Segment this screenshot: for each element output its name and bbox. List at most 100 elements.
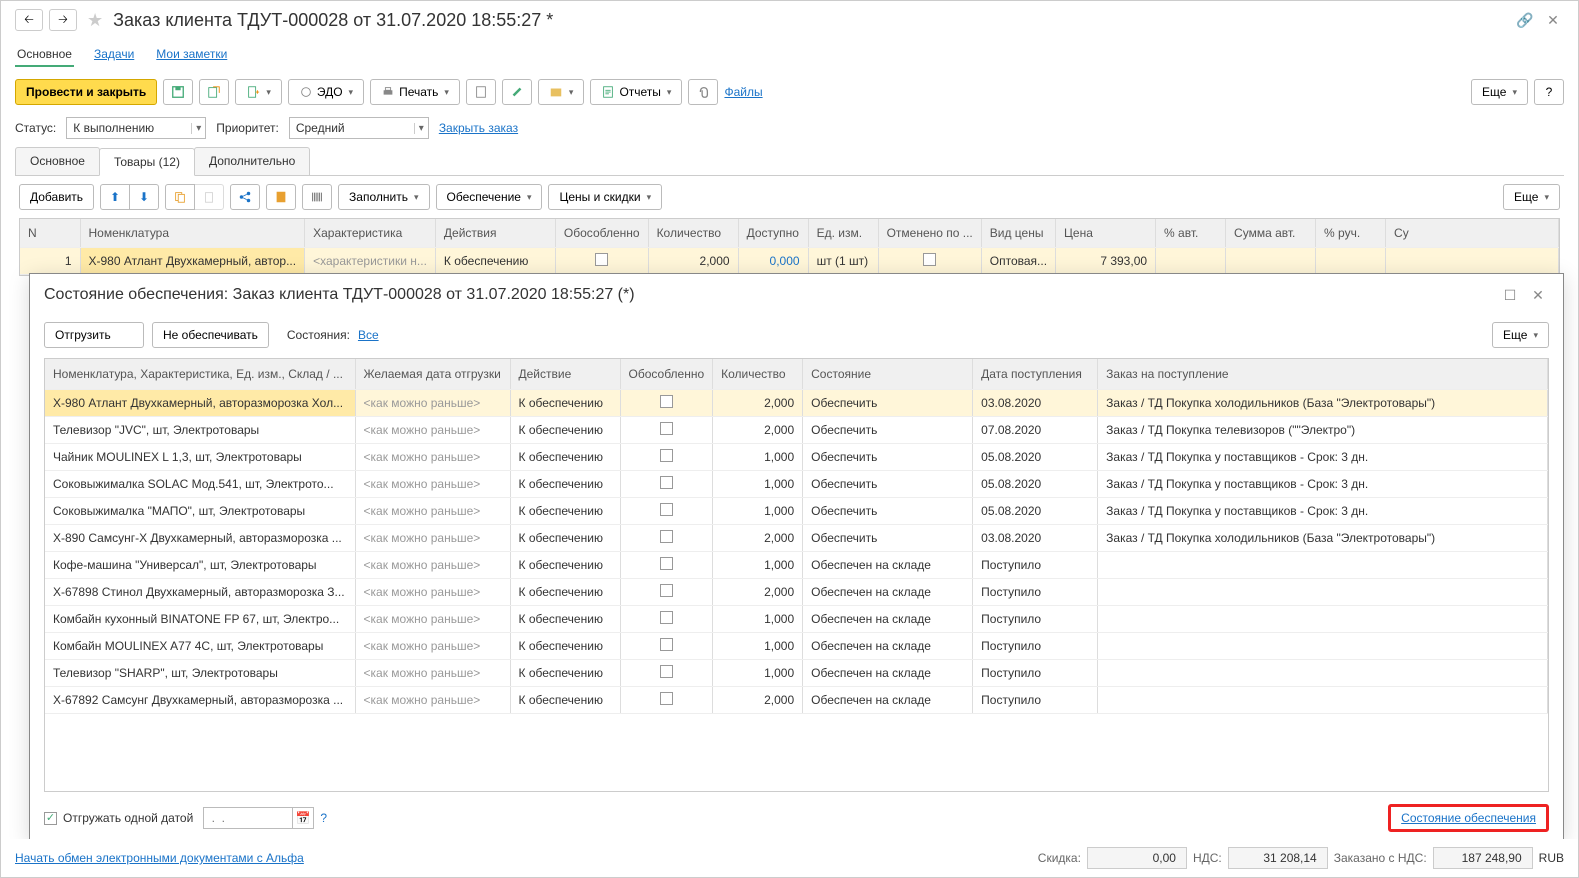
print-button[interactable]: Печать▾ [370, 79, 460, 105]
col-su[interactable]: Су [1386, 219, 1559, 247]
col-canceled[interactable]: Отменено по ... [878, 219, 981, 247]
ship-date-input[interactable] [203, 807, 293, 829]
col-pct-auto[interactable]: % авт. [1156, 219, 1226, 247]
col-price[interactable]: Цена [1056, 219, 1156, 247]
back-button[interactable]: 🡠 [15, 9, 43, 31]
more-button[interactable]: Еще▾ [1471, 79, 1528, 105]
no-provide-button[interactable]: Не обеспечивать [152, 322, 269, 348]
states-value-link[interactable]: Все [358, 328, 379, 342]
mcol-state[interactable]: Состояние [803, 359, 973, 389]
modal-more-button[interactable]: Еще▾ [1492, 322, 1549, 348]
provision-state-link[interactable]: Состояние обеспечения [1388, 804, 1549, 832]
reports-button[interactable]: Отчеты▾ [590, 79, 682, 105]
empty-button-3[interactable]: ▾ [538, 79, 585, 105]
prices-button[interactable]: Цены и скидки▾ [548, 184, 662, 210]
close-icon[interactable]: ✕ [1542, 9, 1564, 31]
help-icon[interactable]: ? [320, 811, 327, 825]
provision-button[interactable]: Обеспечение▾ [436, 184, 543, 210]
close-order-link[interactable]: Закрыть заказ [439, 121, 518, 135]
share-button[interactable] [230, 184, 260, 210]
link-icon[interactable]: 🔗 [1514, 9, 1536, 31]
nav-tasks[interactable]: Задачи [92, 43, 136, 67]
calc-button[interactable] [266, 184, 296, 210]
col-sum-auto[interactable]: Сумма авт. [1226, 219, 1316, 247]
mcol-order[interactable]: Заказ на поступление [1098, 359, 1548, 389]
col-avail[interactable]: Доступно [738, 219, 808, 247]
tab-main[interactable]: Основное [15, 147, 100, 175]
ship-one-date-checkbox[interactable] [44, 812, 57, 825]
col-qty[interactable]: Количество [648, 219, 738, 247]
table-row[interactable]: Чайник MOULINEX L 1,3, шт, Электротовары… [45, 443, 1548, 470]
row-checkbox[interactable] [660, 476, 673, 489]
status-select[interactable]: К выполнению [66, 117, 206, 139]
col-n[interactable]: N [20, 219, 80, 247]
add-button[interactable]: Добавить [19, 184, 94, 210]
fill-button[interactable]: Заполнить▾ [338, 184, 429, 210]
col-pct-man[interactable]: % руч. [1316, 219, 1386, 247]
table-row[interactable]: Х-67892 Самсунг Двухкамерный, авторазмор… [45, 686, 1548, 713]
help-button[interactable]: ? [1534, 79, 1564, 105]
favorite-star-icon[interactable]: ★ [87, 10, 103, 31]
save-button[interactable] [163, 79, 193, 105]
row-checkbox[interactable] [660, 692, 673, 705]
separate-checkbox[interactable] [595, 253, 608, 266]
col-char[interactable]: Характеристика [305, 219, 436, 247]
tab-goods[interactable]: Товары (12) [99, 148, 195, 176]
create-based-on-button[interactable]: ▾ [235, 79, 282, 105]
empty-button-2[interactable] [502, 79, 532, 105]
row-checkbox[interactable] [660, 530, 673, 543]
row-checkbox[interactable] [660, 422, 673, 435]
priority-select[interactable]: Средний [289, 117, 429, 139]
row-checkbox[interactable] [660, 638, 673, 651]
modal-close-icon[interactable]: ✕ [1527, 284, 1549, 306]
files-link[interactable]: Файлы [724, 85, 762, 99]
table-row[interactable]: Телевизор "JVC", шт, Электротовары<как м… [45, 416, 1548, 443]
row-checkbox[interactable] [660, 449, 673, 462]
row-checkbox[interactable] [660, 611, 673, 624]
table-row[interactable]: Телевизор "SHARP", шт, Электротовары<как… [45, 659, 1548, 686]
attach-button[interactable] [688, 79, 718, 105]
canceled-checkbox[interactable] [923, 253, 936, 266]
mcol-date[interactable]: Желаемая дата отгрузки [355, 359, 510, 389]
copy-button[interactable] [165, 184, 195, 210]
edo-button[interactable]: ЭДО▾ [288, 79, 364, 105]
col-unit[interactable]: Ед. изм. [808, 219, 878, 247]
table-row[interactable]: Комбайн кухонный BINATONE FP 67, шт, Эле… [45, 605, 1548, 632]
mcol-nom[interactable]: Номенклатура, Характеристика, Ед. изм., … [45, 359, 355, 389]
nav-main[interactable]: Основное [15, 43, 74, 67]
post-and-close-button[interactable]: Провести и закрыть [15, 79, 157, 105]
row-checkbox[interactable] [660, 584, 673, 597]
table-row[interactable]: Х-67898 Стинол Двухкамерный, авторазморо… [45, 578, 1548, 605]
col-separate[interactable]: Обособленно [555, 219, 648, 247]
date-picker-button[interactable]: 📅 [292, 807, 314, 829]
mcol-separate[interactable]: Обособленно [620, 359, 713, 389]
tab-extra[interactable]: Дополнительно [194, 147, 310, 175]
table-row[interactable]: Кофе-машина "Универсал", шт, Электротова… [45, 551, 1548, 578]
table-row[interactable]: Комбайн MOULINEX A77 4C, шт, Электротова… [45, 632, 1548, 659]
nav-notes[interactable]: Мои заметки [154, 43, 229, 67]
move-up-button[interactable]: ⬆ [100, 184, 130, 210]
row-checkbox[interactable] [660, 395, 673, 408]
forward-button[interactable]: 🡢 [49, 9, 77, 31]
col-actions[interactable]: Действия [435, 219, 555, 247]
barcode-button[interactable] [302, 184, 332, 210]
paste-button[interactable] [194, 184, 224, 210]
table-row[interactable]: Соковыжималка "МАПО", шт, Электротовары<… [45, 497, 1548, 524]
ship-button[interactable]: Отгрузить [44, 322, 144, 348]
table-row[interactable]: Соковыжималка SOLAC Мод.541, шт, Электро… [45, 470, 1548, 497]
empty-button-1[interactable] [466, 79, 496, 105]
mcol-action[interactable]: Действие [510, 359, 620, 389]
col-nom[interactable]: Номенклатура [80, 219, 305, 247]
exchange-link[interactable]: Начать обмен электронными документами с … [15, 851, 304, 865]
maximize-icon[interactable]: ☐ [1499, 284, 1521, 306]
mcol-qty[interactable]: Количество [713, 359, 803, 389]
table-row[interactable]: Х-980 Атлант Двухкамерный, авторазморозк… [45, 389, 1548, 416]
table-row[interactable]: Х-890 Самсунг-Х Двухкамерный, авторазмор… [45, 524, 1548, 551]
table-row[interactable]: 1 Х-980 Атлант Двухкамерный, автор... <х… [20, 247, 1559, 274]
col-price-type[interactable]: Вид цены [981, 219, 1055, 247]
move-down-button[interactable]: ⬇ [129, 184, 159, 210]
row-checkbox[interactable] [660, 503, 673, 516]
row-checkbox[interactable] [660, 557, 673, 570]
subtoolbar-more-button[interactable]: Еще▾ [1503, 184, 1560, 210]
post-button[interactable] [199, 79, 229, 105]
